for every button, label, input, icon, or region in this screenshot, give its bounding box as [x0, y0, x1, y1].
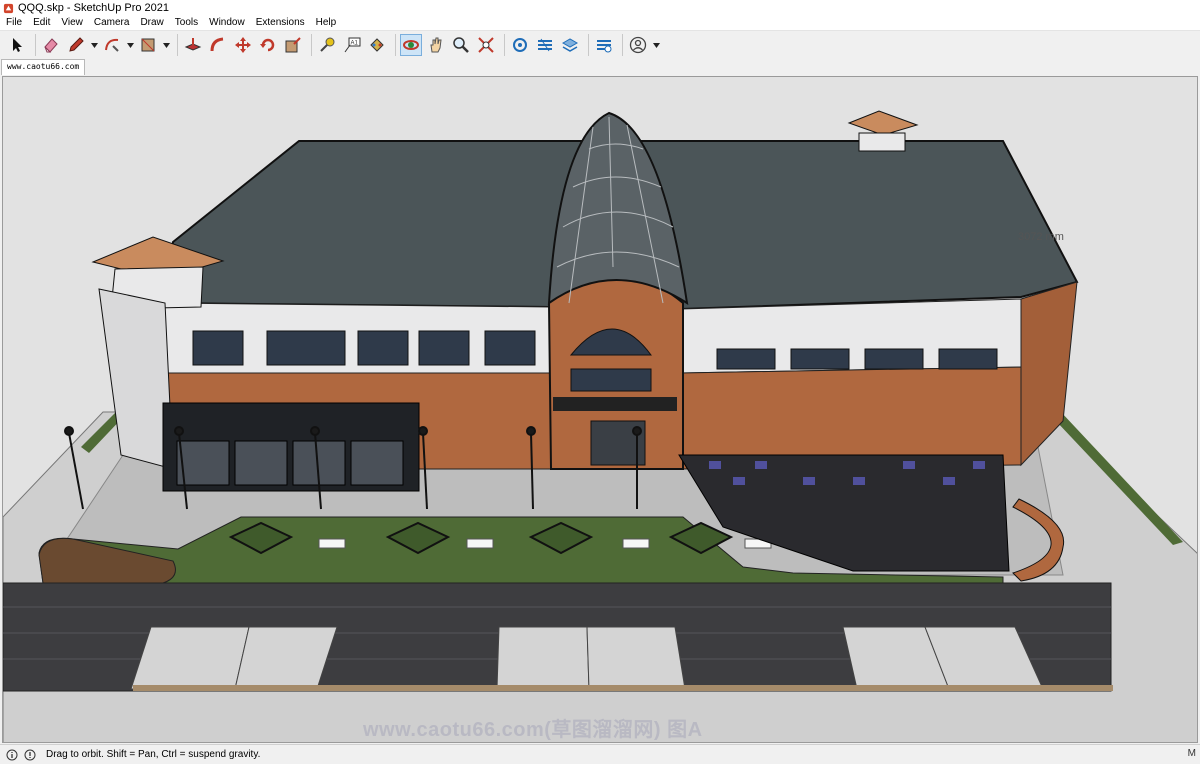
- toolbar-separator: [35, 34, 36, 56]
- toolbar: A1: [0, 31, 1200, 59]
- scale-tool-button[interactable]: [282, 34, 304, 56]
- rotate-icon: [260, 38, 275, 52]
- menu-tools[interactable]: Tools: [169, 16, 203, 30]
- watermark: www.caotu66.com(草图溜溜网) 图A: [363, 719, 703, 741]
- window-title: QQQ.skp - SketchUp Pro 2021: [18, 2, 170, 14]
- entrance-canopy: [553, 397, 677, 411]
- pan-hand-icon: [430, 37, 442, 53]
- menu-extensions[interactable]: Extensions: [250, 16, 310, 30]
- toolbar-separator: [311, 34, 312, 56]
- zoom-extents-tool-button[interactable]: [475, 34, 497, 56]
- menu-window[interactable]: Window: [203, 16, 250, 30]
- select-tool-button[interactable]: [6, 34, 28, 56]
- arrow-select-icon: [13, 38, 22, 52]
- pavilion-roof-right: [847, 110, 919, 136]
- line-tool-button[interactable]: [65, 34, 87, 56]
- tape-measure-tool-button[interactable]: [316, 34, 338, 56]
- menu-view[interactable]: View: [55, 16, 88, 30]
- text-tool-button[interactable]: A1: [341, 34, 363, 56]
- zoom-icon: [453, 37, 469, 53]
- exclamation-circle-icon: [24, 749, 36, 760]
- dimension-label: 3072 mm: [1018, 231, 1064, 243]
- rectangle-tool-button[interactable]: [137, 34, 159, 56]
- account-button[interactable]: [627, 34, 649, 56]
- account-dropdown[interactable]: [652, 34, 660, 56]
- zoom-tool-button[interactable]: [450, 34, 472, 56]
- arc-icon: [105, 38, 119, 52]
- status-bar: Drag to orbit. Shift = Pan, Ctrl = suspe…: [0, 744, 1200, 764]
- extension-warehouse-icon: [538, 38, 552, 52]
- rectangle-icon: [141, 38, 155, 52]
- menu-file[interactable]: File: [0, 16, 27, 30]
- layout-send-icon: [561, 38, 579, 52]
- 3d-warehouse-button[interactable]: [509, 34, 531, 56]
- curb: [133, 685, 1113, 691]
- brick-facade-right: [680, 366, 1022, 470]
- move-tool-button[interactable]: [232, 34, 254, 56]
- sketchup-logo-icon: [3, 3, 14, 13]
- tape-measure-icon: [320, 37, 335, 52]
- toolbar-separator: [622, 34, 623, 56]
- credits-icon[interactable]: [6, 749, 18, 761]
- push-pull-icon: [184, 38, 202, 51]
- text-icon: A1: [344, 37, 361, 53]
- menu-bar: File Edit View Camera Draw Tools Window …: [0, 16, 1200, 31]
- crosswalk-slabs: [130, 626, 1044, 690]
- eraser-tool-button[interactable]: [40, 34, 62, 56]
- scene-tab[interactable]: www.caotu66.com: [1, 59, 86, 75]
- status-message: Drag to orbit. Shift = Pan, Ctrl = suspe…: [46, 749, 261, 760]
- paint-bucket-icon: [370, 38, 384, 52]
- follow-me-icon: [210, 37, 224, 52]
- move-icon: [235, 37, 251, 53]
- toolbar-separator: [395, 34, 396, 56]
- zoom-extents-icon: [478, 37, 494, 53]
- chevron-down-icon: [126, 42, 134, 48]
- scale-icon: [285, 37, 301, 53]
- extension-warehouse-button[interactable]: [534, 34, 556, 56]
- chevron-down-icon: [90, 42, 98, 48]
- model-viewport[interactable]: 3072 mm www.caotu66.com(草图溜溜网) 图A: [2, 76, 1198, 743]
- menu-edit[interactable]: Edit: [27, 16, 55, 30]
- menu-help[interactable]: Help: [310, 16, 342, 30]
- building-model[interactable]: [3, 77, 1198, 743]
- rectangle-tool-dropdown[interactable]: [162, 34, 170, 56]
- chevron-down-icon: [162, 42, 170, 48]
- pavilion-right: [858, 132, 906, 152]
- pencil-icon: [69, 37, 84, 52]
- pan-tool-button[interactable]: [425, 34, 447, 56]
- follow-me-tool-button[interactable]: [207, 34, 229, 56]
- tower-window: [570, 368, 652, 392]
- line-tool-dropdown[interactable]: [90, 34, 98, 56]
- paint-bucket-tool-button[interactable]: [366, 34, 388, 56]
- title-bar: QQQ.skp - SketchUp Pro 2021: [0, 0, 1200, 16]
- chevron-down-icon: [652, 42, 660, 48]
- menu-draw[interactable]: Draw: [134, 16, 168, 30]
- instructor-icon[interactable]: [24, 749, 36, 761]
- toolbar-separator: [504, 34, 505, 56]
- scene-tab-strip: www.caotu66.com: [0, 59, 1200, 75]
- toolbar-separator: [588, 34, 589, 56]
- 3d-warehouse-icon: [513, 38, 527, 52]
- user-account-icon: [629, 36, 647, 54]
- svg-text:A1: A1: [351, 41, 359, 47]
- extension-manager-icon: [597, 40, 612, 53]
- rotate-tool-button[interactable]: [257, 34, 279, 56]
- circle-i-icon: [6, 749, 18, 760]
- measurements-label: M: [1187, 748, 1196, 759]
- extension-manager-button[interactable]: [593, 34, 615, 56]
- arc-tool-dropdown[interactable]: [126, 34, 134, 56]
- eraser-icon: [44, 38, 58, 53]
- orbit-tool-button[interactable]: [400, 34, 422, 56]
- layout-send-button[interactable]: [559, 34, 581, 56]
- toolbar-separator: [177, 34, 178, 56]
- push-pull-tool-button[interactable]: [182, 34, 204, 56]
- orbit-icon: [403, 40, 419, 50]
- arc-tool-button[interactable]: [101, 34, 123, 56]
- menu-camera[interactable]: Camera: [88, 16, 135, 30]
